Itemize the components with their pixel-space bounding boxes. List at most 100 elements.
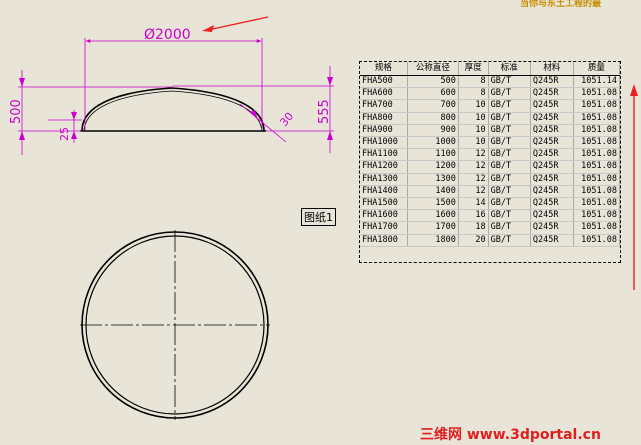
header-cell: 质量 xyxy=(573,62,621,76)
table-cell: 10 xyxy=(458,136,489,150)
table-cell: 700 xyxy=(407,99,459,113)
table-cell: GB/T xyxy=(488,221,531,235)
table-cell: FHA1000 xyxy=(360,136,408,150)
table-cell: 1300 xyxy=(407,173,459,186)
table-cell: 10 xyxy=(458,112,489,125)
table-cell: 1051.08 xyxy=(573,136,621,150)
sheet-label-text: 图纸1 xyxy=(304,211,333,224)
table-cell: GB/T xyxy=(488,75,531,89)
table-cell: FHA700 xyxy=(360,99,408,113)
table-cell: FHA1300 xyxy=(360,173,408,186)
table-cell: 1700 xyxy=(407,221,459,235)
table-cell: 16 xyxy=(458,209,489,223)
table-cell: Q245R xyxy=(530,209,574,223)
table-cell: Q245R xyxy=(530,197,574,211)
table-cell: Q245R xyxy=(530,185,574,199)
table-row: FHA1500 1500 14 GB/T Q245R 1051.08 xyxy=(360,197,621,211)
table-row: FHA500 500 8 GB/T Q245R 1051.14 xyxy=(360,75,621,89)
height-555-label: 555 xyxy=(317,99,332,124)
table-cell: 14 xyxy=(458,197,489,211)
table-cell: 500 xyxy=(407,75,459,89)
table-cell: 1051.08 xyxy=(573,185,621,199)
table-cell: 1051.08 xyxy=(573,160,621,174)
table-cell: 900 xyxy=(407,124,459,138)
table-cell: FHA1800 xyxy=(360,234,408,247)
table-cell: 12 xyxy=(458,148,489,162)
table-row: FHA900 900 10 GB/T Q245R 1051.08 xyxy=(360,124,621,138)
table-cell: FHA1600 xyxy=(360,209,408,223)
table-cell: 1100 xyxy=(407,148,459,162)
table-cell: 1051.08 xyxy=(573,197,621,211)
dim-25-label: 25 xyxy=(58,127,71,141)
table-row: FHA1800 1800 20 GB/T Q245R 1051.08 xyxy=(360,234,621,247)
header-cell: 标准 xyxy=(488,62,531,76)
table-cell: Q245R xyxy=(530,99,574,113)
table-cell: GB/T xyxy=(488,87,531,101)
table-cell: FHA1200 xyxy=(360,160,408,174)
table-cell: GB/T xyxy=(488,99,531,113)
table-row: FHA1000 1000 10 GB/T Q245R 1051.08 xyxy=(360,136,621,150)
dish-head-side-view xyxy=(80,87,266,132)
table-row: FHA1700 1700 18 GB/T Q245R 1051.08 xyxy=(360,221,621,235)
table-cell: 800 xyxy=(407,112,459,125)
table-cell: Q245R xyxy=(530,173,574,186)
diameter-label: Ø2000 xyxy=(144,27,191,43)
header-cell: 公称直径 xyxy=(407,62,459,76)
table-cell: FHA1400 xyxy=(360,185,408,199)
table-cell: 18 xyxy=(458,221,489,235)
table-cell: 1600 xyxy=(407,209,459,223)
table-cell: FHA600 xyxy=(360,87,408,101)
table-row: FHA1400 1400 12 GB/T Q245R 1051.08 xyxy=(360,185,621,199)
table-row: FHA1200 1200 12 GB/T Q245R 1051.08 xyxy=(360,160,621,174)
table-cell: Q245R xyxy=(530,148,574,162)
table-cell: 12 xyxy=(458,185,489,199)
table-cell: 1051.08 xyxy=(573,148,621,162)
table-cell: FHA500 xyxy=(360,75,408,89)
table-cell: 1051.08 xyxy=(573,124,621,138)
table-cell: 1051.08 xyxy=(573,112,621,125)
table-cell: 8 xyxy=(458,75,489,89)
table-cell: 1051.08 xyxy=(573,234,621,247)
table-cell: Q245R xyxy=(530,234,574,247)
table-cell: 1051.08 xyxy=(573,221,621,235)
table-cell: 1500 xyxy=(407,197,459,211)
table-cell: FHA1500 xyxy=(360,197,408,211)
table-cell: 8 xyxy=(458,87,489,101)
spec-table-body: FHA500 500 8 GB/T Q245R 1051.14 FHA600 600 8 GB/T… xyxy=(360,75,621,247)
watermark-bottom: 三维网 www.3dportal.cn xyxy=(420,427,601,443)
table-cell: GB/T xyxy=(488,197,531,211)
table-cell: FHA800 xyxy=(360,112,408,125)
table-cell: GB/T xyxy=(488,160,531,174)
table-row: FHA1300 1300 12 GB/T Q245R 1051.08 xyxy=(360,173,621,186)
table-cell: 1051.08 xyxy=(573,173,621,186)
table-cell: 12 xyxy=(458,160,489,174)
table-cell: 1051.08 xyxy=(573,87,621,101)
watermark-top: 当你与东土工程的最 xyxy=(520,0,602,9)
spec-table-header-row: 规格 公称直径 厚度 标准 材料 质量 xyxy=(360,62,621,76)
table-cell: 10 xyxy=(458,124,489,138)
header-cell: 规格 xyxy=(360,62,408,76)
dimension-diameter xyxy=(84,38,263,130)
header-cell: 材料 xyxy=(530,62,574,76)
table-cell: 1000 xyxy=(407,136,459,150)
table-cell: GB/T xyxy=(488,209,531,223)
table-row: FHA1600 1600 16 GB/T Q245R 1051.08 xyxy=(360,209,621,223)
table-cell: FHA1100 xyxy=(360,148,408,162)
dim-30-label: 30 xyxy=(277,110,296,129)
table-cell: Q245R xyxy=(530,136,574,150)
sheet-label[interactable]: 图纸1 xyxy=(301,208,336,226)
table-cell: GB/T xyxy=(488,234,531,247)
table-cell: Q245R xyxy=(530,75,574,89)
table-cell: 12 xyxy=(458,173,489,186)
spec-table: 规格 公称直径 厚度 标准 材料 质量 FHA500 500 8 GB/T Q245R 1… xyxy=(360,62,621,247)
table-row: FHA800 800 10 GB/T Q245R 1051.08 xyxy=(360,112,621,125)
dish-head-plan-view xyxy=(80,230,270,420)
table-cell: 1400 xyxy=(407,185,459,199)
table-cell: GB/T xyxy=(488,148,531,162)
table-cell: 600 xyxy=(407,87,459,101)
annotation-arrow-right xyxy=(630,84,638,290)
spec-table-frame[interactable]: 规格 公称直径 厚度 标准 材料 质量 FHA500 500 8 GB/T Q245R 1… xyxy=(359,61,621,263)
table-cell: GB/T xyxy=(488,112,531,125)
table-cell: GB/T xyxy=(488,124,531,138)
table-row: FHA600 600 8 GB/T Q245R 1051.08 xyxy=(360,87,621,101)
